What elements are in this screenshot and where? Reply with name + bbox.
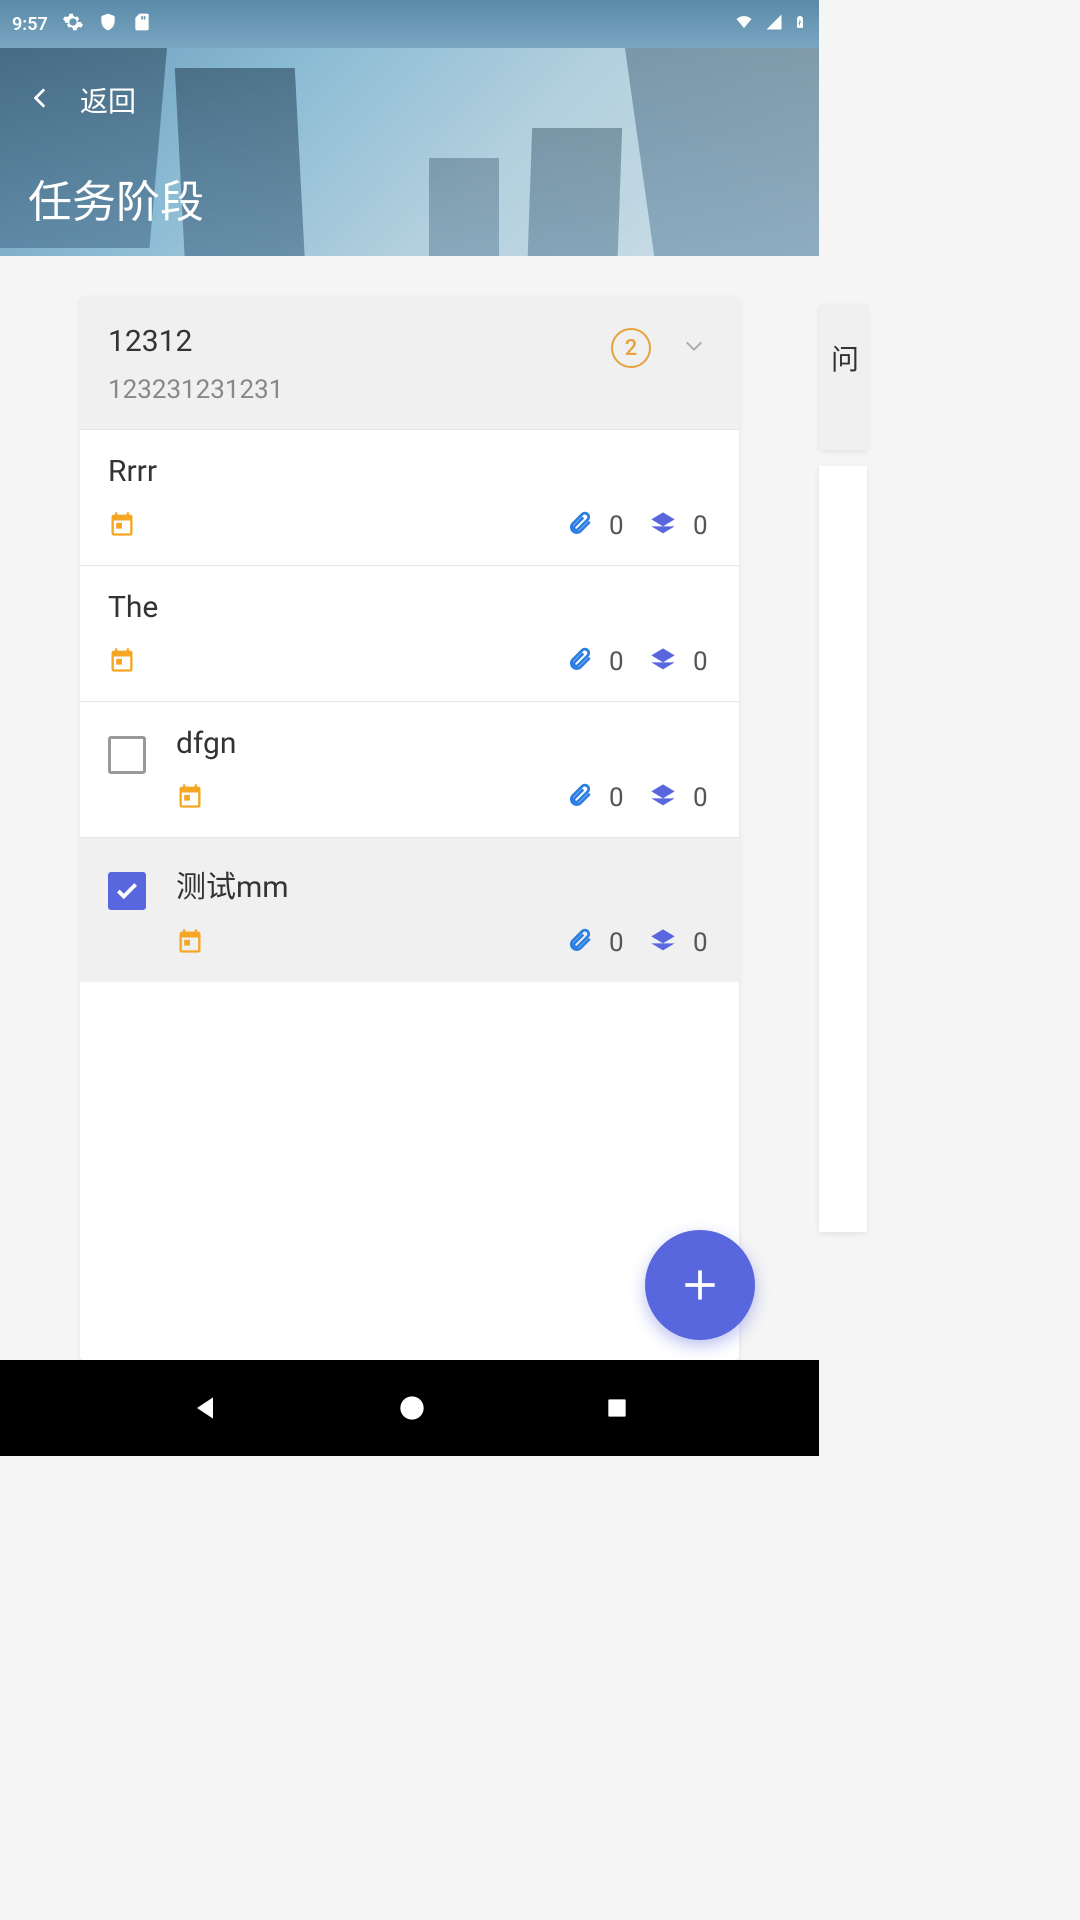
layer-count: 0	[693, 647, 711, 677]
wifi-icon	[733, 13, 755, 36]
card-header[interactable]: 12312 123231231231 2	[80, 296, 739, 429]
calendar-icon	[108, 646, 136, 678]
attachment-count: 0	[609, 783, 627, 813]
layers-icon	[649, 646, 677, 678]
status-left: 9:57	[12, 11, 152, 38]
paperclip-icon	[567, 645, 593, 679]
nav-home-button[interactable]	[398, 1394, 426, 1422]
task-title: Rrrr	[108, 454, 711, 489]
badge-count: 2	[611, 328, 651, 368]
back-label: 返回	[80, 80, 136, 120]
task-checkbox[interactable]	[108, 872, 146, 910]
layers-icon	[649, 510, 677, 542]
paperclip-icon	[567, 509, 593, 543]
hero-banner: 返回 任务阶段	[0, 48, 819, 256]
task-row[interactable]: dfgn 0	[80, 701, 739, 837]
android-nav-bar	[0, 1360, 819, 1456]
layers-icon	[649, 782, 677, 814]
page-title: 任务阶段	[28, 166, 204, 230]
attachment-count: 0	[609, 647, 627, 677]
attachment-count: 0	[609, 511, 627, 541]
paperclip-icon	[567, 926, 593, 960]
back-button[interactable]: 返回	[28, 78, 136, 122]
paperclip-icon	[567, 781, 593, 815]
task-row[interactable]: Rrrr 0	[80, 429, 739, 565]
sd-card-icon	[132, 11, 152, 38]
task-list: Rrrr 0	[80, 429, 739, 1360]
task-title: dfgn	[176, 726, 711, 761]
status-time: 9:57	[12, 14, 48, 35]
card-title: 12312	[108, 324, 611, 359]
task-card: 12312 123231231231 2 Rrrr	[80, 296, 739, 1360]
task-checkbox[interactable]	[108, 736, 146, 774]
battery-icon	[793, 11, 807, 38]
task-row[interactable]: 测试mm 0	[80, 837, 739, 982]
task-row[interactable]: The 0	[80, 565, 739, 701]
layer-count: 0	[693, 783, 711, 813]
status-right	[733, 11, 807, 38]
nav-back-button[interactable]	[189, 1392, 221, 1424]
calendar-icon	[176, 927, 204, 959]
task-title: 测试mm	[176, 862, 711, 906]
gear-icon	[62, 11, 84, 38]
calendar-icon	[176, 782, 204, 814]
nav-recent-button[interactable]	[604, 1395, 630, 1421]
side-card-header[interactable]: 问	[819, 304, 867, 450]
attachment-count: 0	[609, 928, 627, 958]
task-title: The	[108, 590, 711, 625]
card-subtitle: 123231231231	[108, 375, 611, 405]
add-button[interactable]	[645, 1230, 755, 1340]
layer-count: 0	[693, 928, 711, 958]
signal-icon	[765, 13, 783, 36]
layers-icon	[649, 927, 677, 959]
main-content: 问 12312 123231231231 2 Rrrr	[0, 256, 819, 1360]
layer-count: 0	[693, 511, 711, 541]
calendar-icon	[108, 510, 136, 542]
side-card-body[interactable]	[819, 466, 867, 1232]
chevron-left-icon	[28, 78, 54, 122]
chevron-down-icon[interactable]	[677, 335, 711, 361]
side-card-title: 问	[831, 343, 859, 376]
status-bar: 9:57	[0, 0, 819, 48]
shield-icon	[98, 11, 118, 38]
